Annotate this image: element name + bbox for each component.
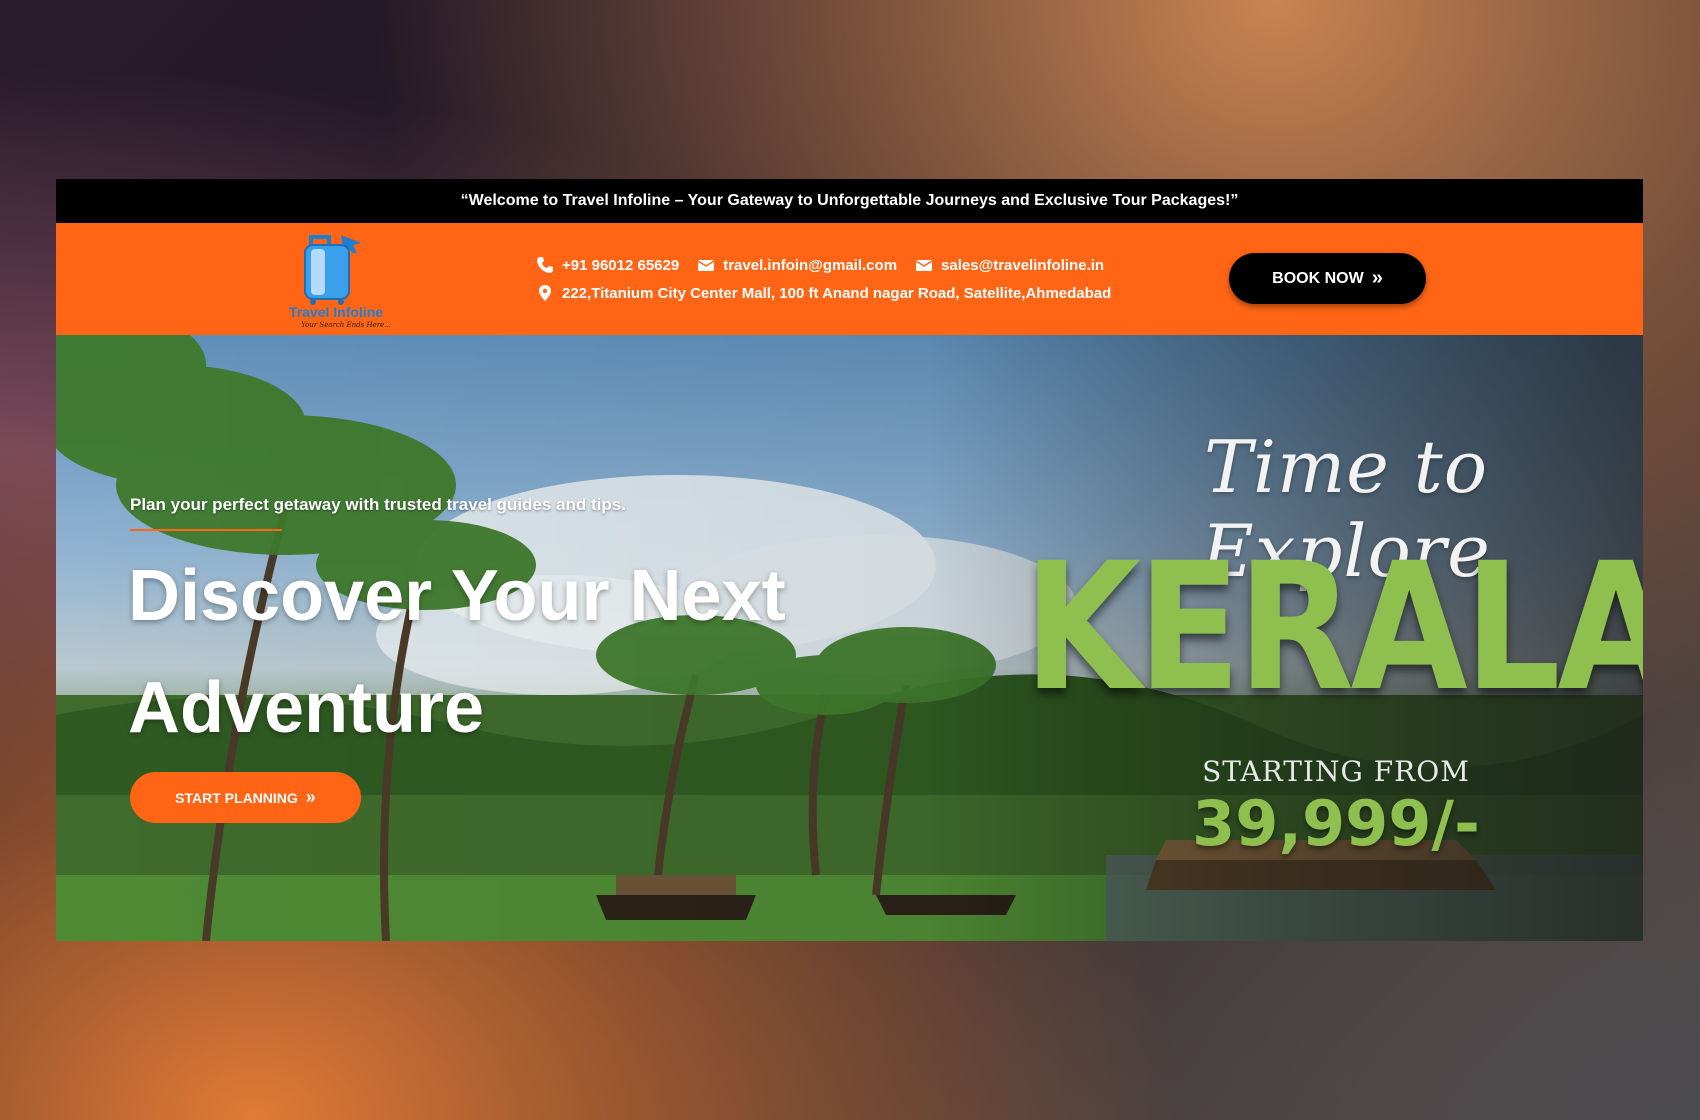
hero-banner: Plan your perfect getaway with trusted t… (56, 335, 1643, 941)
phone-number: +91 96012 65629 (562, 256, 680, 274)
hero-headline: Discover Your Next Adventure (128, 556, 786, 748)
start-planning-label: START PLANNING (175, 789, 298, 806)
tagline-underline (130, 529, 282, 531)
promo-price: 39,999/- (1192, 787, 1480, 860)
address-text: 222,Titanium City Center Mall, 100 ft An… (562, 284, 1112, 302)
email-primary: travel.infoin@gmail.com (723, 256, 898, 274)
site-logo[interactable]: Travel Infoline Your Search Ends Here... (281, 229, 391, 329)
announcement-bar: “Welcome to Travel Infoline – Your Gatew… (56, 179, 1643, 223)
book-now-button[interactable]: BOOK NOW » (1229, 253, 1426, 304)
announcement-text: “Welcome to Travel Infoline – Your Gatew… (460, 192, 1239, 209)
contact-info: +91 96012 65629 travel.infoin@gmail.com … (536, 251, 1129, 307)
map-pin-icon (536, 284, 554, 302)
start-planning-button[interactable]: START PLANNING » (130, 772, 361, 823)
email-contact[interactable]: travel.infoin@gmail.com (697, 256, 897, 274)
suitcase-logo-icon: Travel Infoline Your Search Ends Here... (289, 235, 391, 329)
site-header: Travel Infoline Your Search Ends Here...… (56, 223, 1643, 335)
envelope-icon (697, 256, 715, 274)
promo-starting-label: STARTING FROM (1202, 755, 1470, 788)
envelope-icon (915, 256, 933, 274)
hero-tagline: Plan your perfect getaway with trusted t… (130, 495, 626, 514)
promo-destination: KERALA (1023, 525, 1643, 730)
book-now-label: BOOK NOW (1272, 269, 1364, 287)
double-chevron-icon: » (305, 787, 316, 807)
phone-icon (536, 256, 554, 274)
logo-tagline: Your Search Ends Here... (301, 321, 391, 329)
address-contact[interactable]: 222,Titanium City Center Mall, 100 ft An… (536, 284, 1111, 302)
email-sales: sales@travelinfoline.in (941, 256, 1105, 274)
website-frame: “Welcome to Travel Infoline – Your Gatew… (56, 179, 1643, 941)
logo-title: Travel Infoline (289, 304, 383, 320)
phone-contact[interactable]: +91 96012 65629 (536, 256, 679, 274)
sales-email-contact[interactable]: sales@travelinfoline.in (915, 256, 1104, 274)
double-chevron-icon: » (1371, 267, 1383, 289)
